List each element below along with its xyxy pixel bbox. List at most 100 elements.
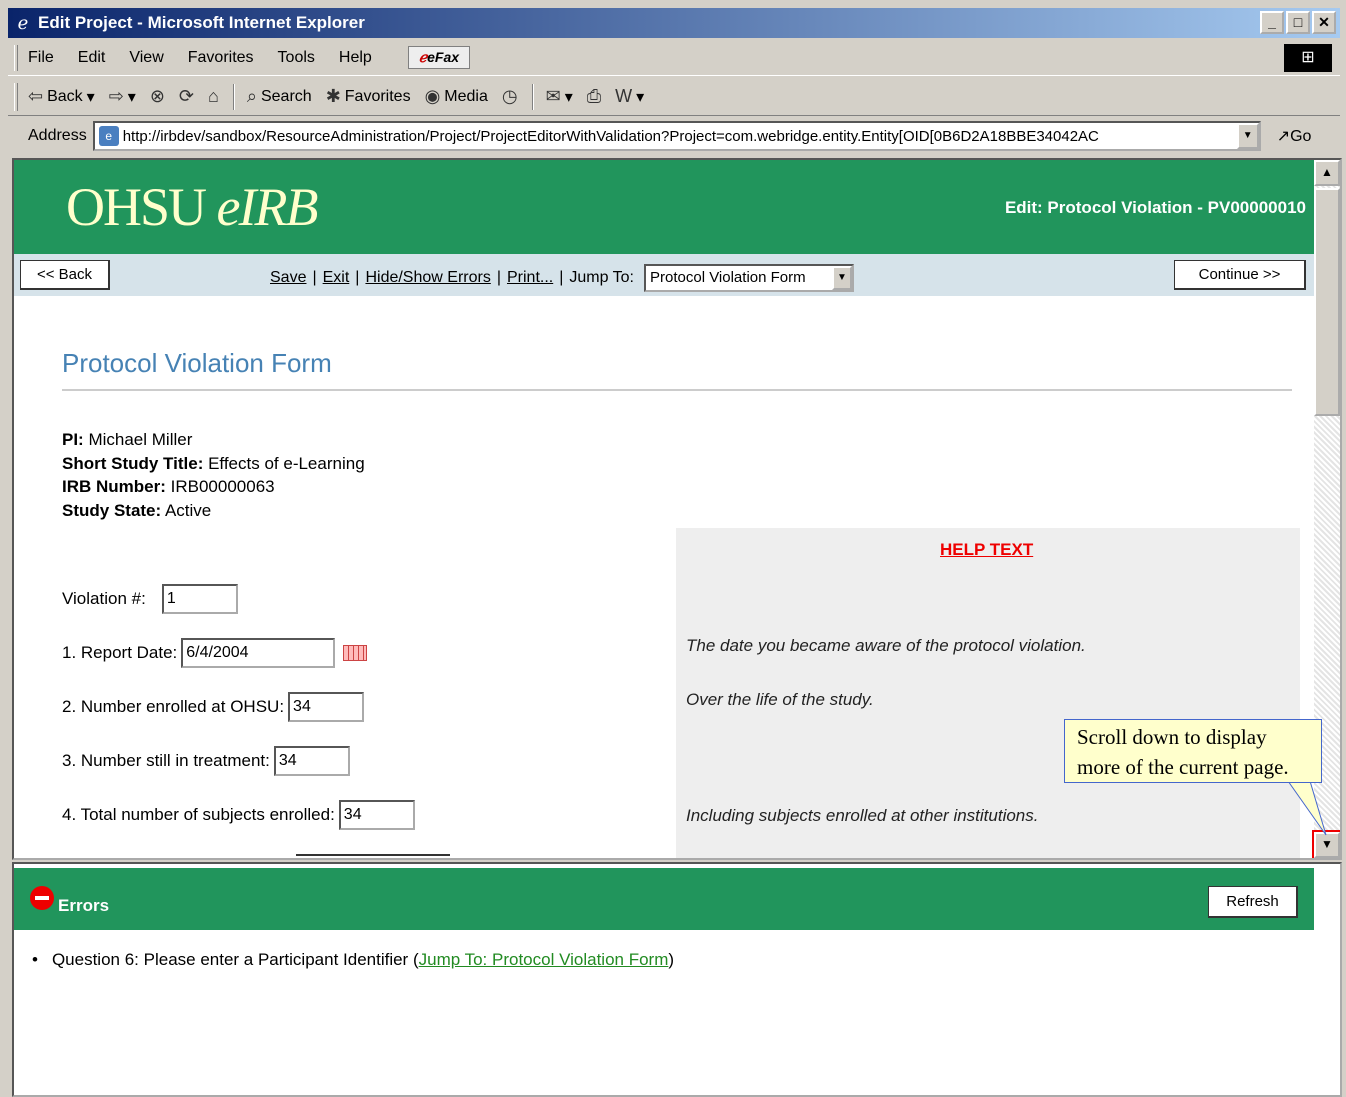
help-enrolled-ohsu: Over the life of the study.: [686, 690, 874, 709]
scroll-up-button[interactable]: ▲: [1314, 160, 1340, 186]
search-button[interactable]: ⌕ Search: [247, 86, 312, 107]
app-header: OHSU eIRB Edit: Protocol Violation - PV0…: [14, 160, 1314, 254]
nav-separator: |: [312, 269, 317, 286]
forward-arrow-icon: ⇨: [108, 86, 124, 106]
menu-favorites[interactable]: Favorites: [188, 49, 254, 67]
tooltip-line-2: more of the current page.: [1077, 755, 1289, 779]
stop-button[interactable]: ⊗: [150, 86, 165, 107]
efax-icon: ℯ: [418, 49, 428, 65]
address-url: http://irbdev/sandbox/ResourceAdministra…: [122, 127, 1099, 145]
standard-toolbar: ⇦ Back ▾ ⇨ ▾ ⊗ ⟳ ⌂ ⌕ Search ✱ Favorites ◉ Me…: [8, 78, 1340, 116]
still-in-treatment-row: 3. Number still in treatment:: [62, 746, 350, 776]
search-label: Search: [260, 87, 312, 105]
errors-pane: Errors Refresh • Question 6: Please enter…: [12, 862, 1342, 1097]
study-info: PI: Michael Miller Short Study Title: Ef…: [62, 428, 365, 522]
enrolled-ohsu-row: 2. Number enrolled at OHSU:: [62, 692, 365, 722]
calendar-icon[interactable]: [343, 645, 368, 661]
stop-icon: ⊗: [149, 86, 165, 106]
title-divider: [62, 389, 1292, 391]
jump-to-value: Protocol Violation Form: [650, 269, 806, 286]
favorites-label: Favorites: [344, 87, 411, 105]
menu-file[interactable]: File: [28, 49, 54, 67]
menu-edit[interactable]: Edit: [78, 49, 106, 67]
jump-to-label: Jump To:: [569, 269, 634, 286]
total-enrolled-input[interactable]: [338, 800, 415, 830]
nav-separator: |: [496, 269, 501, 286]
go-label: Go: [1290, 128, 1312, 145]
pi-value: Michael Miller: [83, 430, 193, 449]
efax-button[interactable]: ℯeFax: [407, 46, 471, 69]
help-title: HELP TEXT: [940, 540, 1034, 559]
address-label: Address: [28, 127, 87, 144]
edit-title: Edit: Protocol Violation - PV00000010: [1004, 198, 1306, 217]
menu-help[interactable]: Help: [339, 49, 372, 67]
mail-button[interactable]: ✉ ▾: [546, 86, 573, 107]
refresh-page-button[interactable]: ⟳: [179, 86, 194, 107]
back-arrow-icon: ⇦: [28, 86, 44, 106]
forward-button[interactable]: ⇨ ▾: [109, 86, 136, 107]
jump-to-select[interactable]: Protocol Violation Form ▼: [644, 264, 854, 292]
refresh-icon: ⟳: [178, 86, 195, 106]
still-in-treatment-input[interactable]: [273, 746, 350, 776]
windows-logo-icon: ⊞: [1284, 44, 1332, 72]
edit-button[interactable]: W ▾: [615, 86, 644, 107]
enrolled-ohsu-label: 2. Number enrolled at OHSU:: [62, 697, 285, 716]
efax-label: eFax: [427, 49, 460, 65]
form-back-button[interactable]: << Back: [20, 260, 110, 290]
home-button[interactable]: ⌂: [208, 86, 219, 107]
pi-row: PI: Michael Miller: [62, 428, 365, 452]
violation-number-input[interactable]: [161, 584, 238, 614]
menu-view[interactable]: View: [129, 49, 163, 67]
print-link[interactable]: Print...: [507, 269, 553, 287]
enrolled-ohsu-input[interactable]: [288, 692, 365, 722]
menu-tools[interactable]: Tools: [278, 49, 315, 67]
media-button[interactable]: ◉ Media: [425, 86, 488, 107]
minimize-button[interactable]: _: [1260, 11, 1284, 34]
total-enrolled-label: 4. Total number of subjects enrolled:: [62, 805, 335, 824]
address-bar: Address e http://irbdev/sandbox/Resource…: [8, 118, 1340, 154]
go-button[interactable]: ↗Go: [1277, 126, 1312, 146]
favorites-icon: ✱: [325, 86, 341, 106]
toolbar-separator: [232, 83, 235, 110]
favorites-button[interactable]: ✱ Favorites: [326, 86, 411, 107]
form-title: Protocol Violation Form: [62, 348, 332, 378]
menu-grip: [14, 44, 18, 71]
irb-number-value: IRB00000063: [165, 477, 275, 496]
error-text: Question 6: Please enter a Participant I…: [51, 950, 419, 969]
errors-title: Errors: [58, 896, 110, 915]
menu-bar: File Edit View Favorites Tools Help ℯeFa…: [8, 40, 1340, 76]
maximize-button[interactable]: □: [1286, 11, 1310, 34]
violation-number-label: Violation #:: [62, 589, 146, 608]
study-state-value: Active: [161, 500, 212, 520]
back-button[interactable]: ⇦ Back ▾: [28, 86, 95, 107]
chevron-down-icon[interactable]: ▼: [832, 266, 852, 290]
scroll-down-button[interactable]: ▼: [1312, 830, 1340, 858]
report-date-input[interactable]: [181, 638, 336, 668]
nav-links: Save | Exit | Hide/Show Errors | Print... | …: [270, 264, 854, 292]
logo-main: OHSU: [66, 177, 207, 237]
form-nav-bar: << Back Save | Exit | Hide/Show Errors | Pr…: [14, 254, 1314, 296]
save-link[interactable]: Save: [270, 269, 306, 287]
continue-button[interactable]: Continue >>: [1174, 260, 1306, 290]
address-input[interactable]: e http://irbdev/sandbox/ResourceAdminist…: [92, 121, 1261, 151]
scroll-thumb[interactable]: [1314, 188, 1340, 416]
close-button[interactable]: ✕: [1312, 11, 1336, 34]
print-button[interactable]: ⎙: [587, 86, 601, 107]
refresh-errors-button[interactable]: Refresh: [1208, 886, 1298, 918]
logo-sub: eIRB: [216, 177, 319, 237]
history-icon: ◷: [501, 86, 518, 106]
search-icon: ⌕: [246, 86, 257, 106]
history-button[interactable]: ◷: [502, 86, 518, 107]
partial-next-input[interactable]: [296, 854, 450, 858]
study-title-row: Short Study Title: Effects of e-Learning: [62, 452, 365, 476]
address-dropdown-button[interactable]: ▼: [1236, 123, 1259, 149]
window-title: Edit Project - Microsoft Internet Explor…: [38, 13, 365, 32]
nav-separator: |: [355, 269, 360, 286]
help-report-date: The date you became aware of the protoco…: [686, 636, 1086, 655]
scroll-tooltip: Scroll down to display more of the curre…: [1064, 719, 1322, 783]
hide-show-errors-link[interactable]: Hide/Show Errors: [365, 269, 490, 287]
error-jump-link[interactable]: Jump To: Protocol Violation Form: [419, 950, 669, 969]
exit-link[interactable]: Exit: [323, 269, 350, 287]
page-icon: e: [98, 126, 119, 146]
toolbar-grip: [14, 82, 18, 111]
